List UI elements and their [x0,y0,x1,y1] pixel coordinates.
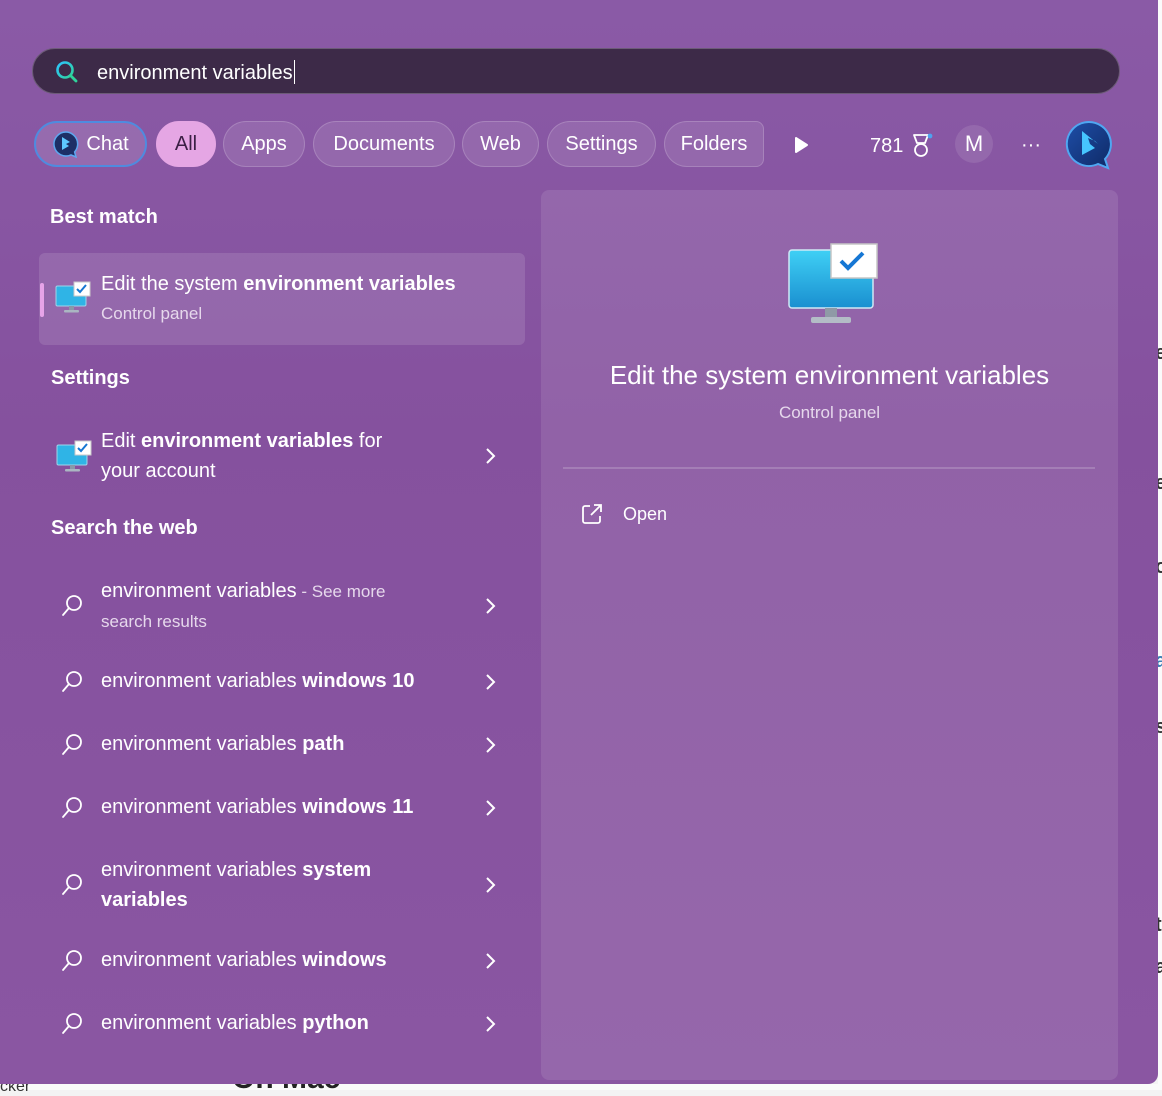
best-match-title: Edit the system environment variables [101,273,456,295]
web-suggestion-text: environment variables path [101,733,345,755]
web-result-hint: search results [101,612,207,631]
web-search-icon [62,595,82,616]
web-suggestion-text: environment variables python [101,1012,369,1034]
settings-result-line1: Edit environment variables for [101,430,383,452]
chevron-right-icon [486,674,496,690]
chevron-right-icon [486,598,496,614]
web-suggestion[interactable]: environment variables system variables [40,851,526,917]
web-suggestion[interactable]: environment variables path [40,725,526,765]
web-suggestion-text: environment variables system [101,859,372,881]
search-box[interactable]: environment variables [32,48,1120,94]
start-search-panel: environment variables Chat All Apps Docu… [0,0,1158,1084]
tab-apps[interactable]: Apps [223,121,305,167]
web-search-icon [62,671,82,692]
web-suggestion-text: environment variables windows 11 [101,796,414,818]
web-search-icon [62,797,82,818]
settings-result-line2: your account [101,460,216,482]
web-suggestion[interactable]: environment variables windows 11 [40,788,526,828]
search-icon [56,61,78,83]
tab-documents[interactable]: Documents [313,121,455,167]
web-result-see-more[interactable]: environment variables - See more search … [40,572,526,638]
chevron-right-icon [486,448,496,464]
chat-button[interactable]: Chat [34,121,147,167]
background-window-bottom [0,1084,1162,1090]
points-value: 781 [870,134,904,157]
system-monitor-icon [55,281,91,313]
preview-pane: Edit the system environment variables Co… [541,190,1118,1080]
preview-title: Edit the system environment variables [609,360,1050,390]
open-external-icon [582,504,602,524]
settings-heading: Settings [51,367,130,389]
tab-settings[interactable]: Settings [547,121,656,167]
chevron-right-icon [486,800,496,816]
text-caret [293,60,296,84]
web-search-icon [62,1013,82,1034]
trophy-icon [913,133,933,157]
web-suggestion-text-line2: variables [101,889,188,911]
preview-subtitle: Control panel [778,403,881,422]
best-match-result[interactable]: Edit the system environment variables Co… [39,253,525,345]
avatar[interactable]: M [955,125,993,163]
best-match-heading: Best match [50,206,158,228]
play-icon[interactable] [791,135,811,155]
search-web-heading: Search the web [51,517,198,539]
open-button[interactable]: Open [581,500,667,528]
web-suggestion[interactable]: environment variables windows [40,941,526,981]
settings-result[interactable]: Edit environment variables for your acco… [40,420,526,492]
chevron-right-icon [486,877,496,893]
divider [563,467,1095,469]
tab-all[interactable]: All [156,121,216,167]
tab-folders[interactable]: Folders [664,121,764,167]
web-search-icon [62,950,82,971]
web-suggestion-text: environment variables windows 10 [101,670,415,692]
system-monitor-icon [56,440,92,472]
chevron-right-icon [486,737,496,753]
bing-chat-icon [53,131,79,158]
chat-label: Chat [86,132,129,155]
selection-indicator [40,283,44,317]
web-result-text: environment variables - See more [101,580,386,602]
open-label: Open [623,503,668,524]
web-search-icon [62,874,82,895]
rewards-points[interactable]: 781 [870,133,933,159]
web-suggestion[interactable]: environment variables windows 10 [40,662,526,702]
web-search-icon [62,734,82,755]
system-monitor-icon [788,243,878,323]
more-icon[interactable]: ··· [1015,130,1047,160]
chevron-right-icon [486,1016,496,1032]
web-suggestion-text: environment variables windows [101,949,387,971]
search-input[interactable]: environment variables [97,60,296,85]
tab-web[interactable]: Web [462,121,539,167]
web-suggestion[interactable]: environment variables python [40,1004,526,1044]
chevron-right-icon [486,953,496,969]
bing-icon[interactable] [1065,120,1113,170]
best-match-subtitle: Control panel [101,304,203,323]
